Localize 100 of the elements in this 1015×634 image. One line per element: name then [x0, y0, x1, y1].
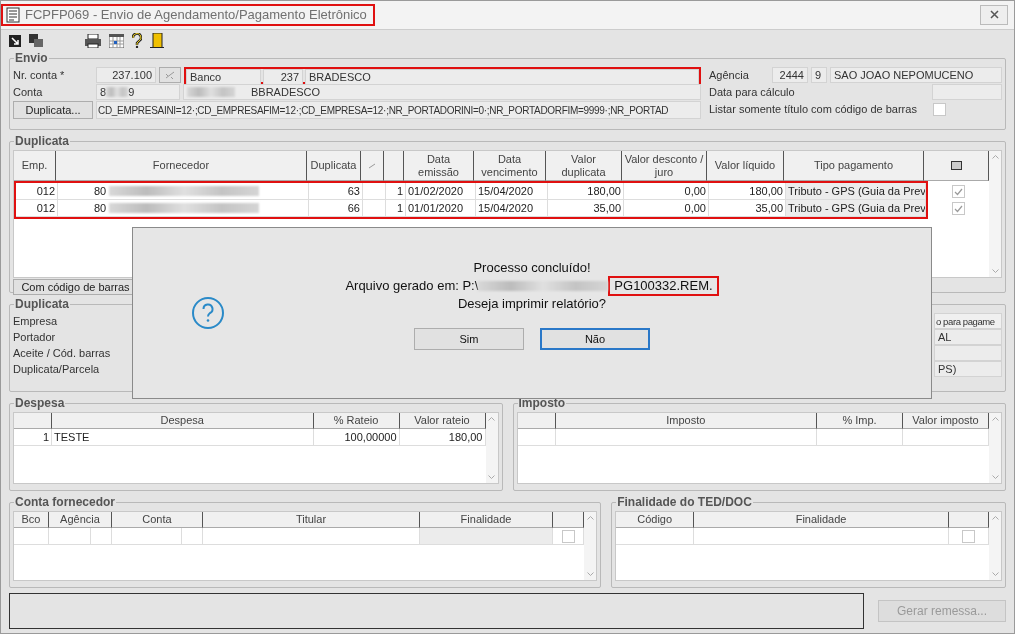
field-label: Aceite / Cód. barras: [13, 347, 111, 359]
row-checkbox[interactable]: [952, 202, 965, 215]
column-header: Código: [616, 512, 695, 528]
date-field[interactable]: [932, 84, 1002, 100]
row-checkbox[interactable]: [952, 185, 965, 198]
table-cell: 63: [309, 183, 363, 200]
bank-name-field: BRADESCO: [305, 68, 699, 85]
account-field: 237.100: [96, 67, 156, 83]
table-cell: 15/04/2020: [476, 200, 548, 217]
field-label: Duplicata/Parcela: [13, 363, 100, 375]
column-header: [517, 413, 556, 429]
table-cell: 180,00: [548, 183, 624, 200]
column-header: Data vencimento: [474, 151, 546, 181]
chevron-down-icon: [991, 269, 999, 274]
bank-label: Banco: [186, 68, 261, 85]
column-header: Conta: [112, 512, 203, 528]
table-cell: 01/02/2020: [406, 183, 476, 200]
agency-name-field: SAO JOAO NEPOMUCENO: [830, 67, 1002, 83]
column-header: % Imp.: [817, 413, 903, 429]
column-header: Duplicata: [307, 151, 361, 181]
payment-field: PS): [934, 361, 1002, 377]
window-title: FCPFP069 - Envio de Agendamento/Pagamento Eletrônico: [25, 7, 367, 23]
table-cell: 01/01/2020: [406, 200, 476, 217]
checkbox[interactable]: [561, 529, 575, 543]
field-label: Data para cálculo: [709, 86, 795, 98]
document-icon: [6, 6, 20, 23]
chevron-down-icon: [991, 572, 999, 577]
checkbox[interactable]: [962, 529, 975, 543]
printer-icon[interactable]: [85, 33, 101, 48]
column-header: Valor rateio: [399, 413, 486, 429]
column-header: Finalidade: [420, 512, 553, 528]
input-field: [934, 345, 1002, 361]
column-header: Valor líquido: [707, 151, 784, 181]
column-header: Valor imposto: [903, 413, 989, 429]
filter-field: CD_EMPRESAINI=12·;CD_EMPRESAFIM=12·;CD_EMPRESA=12·;NR_PORTADORINI=0·;NR_PORTADORFIM=9999·;NR_PORTAD: [96, 101, 701, 119]
close-button[interactable]: [980, 4, 1008, 25]
column-header: Valor duplicata: [546, 151, 622, 181]
field-label: Conta: [13, 86, 43, 98]
table-cell: [112, 528, 182, 545]
table-cell: 80: [58, 200, 309, 217]
chevron-up-icon: [991, 515, 999, 520]
field-label: Listar somente título com código de barras: [709, 103, 917, 115]
table-cell: 0,00: [624, 183, 709, 200]
field-label: Portador: [13, 331, 56, 343]
table-cell: 35,00: [709, 200, 786, 217]
table-cell: 100,00000: [313, 429, 400, 446]
table-cell: 66: [309, 200, 363, 217]
table-cell: 1: [386, 183, 406, 200]
agency-digit-field: 9: [811, 67, 827, 83]
checkbox[interactable]: [933, 102, 946, 116]
table-cell: 180,00: [709, 183, 786, 200]
table-cell: 012: [16, 183, 58, 200]
message-text: Arquivo gerado em: P:\: [345, 278, 479, 294]
column-header: Despesa: [52, 413, 314, 429]
column-header: Titular: [203, 512, 420, 528]
message-text: Deseja imprimir relatório?: [457, 296, 607, 312]
table-cell: TESTE: [52, 429, 314, 446]
table-cell: 0,00: [624, 200, 709, 217]
table-cell: Tributo - GPS (Guia da Prev: [786, 183, 926, 200]
question-icon: [191, 296, 225, 330]
column-header: Tipo pagamento: [784, 151, 924, 181]
column-header: Emp.: [14, 151, 56, 181]
table-cell: 35,00: [548, 200, 624, 217]
chevron-up-icon: [586, 515, 594, 520]
column-header: [14, 413, 52, 429]
column-header: Data emissão: [404, 151, 474, 181]
column-header: Agência: [49, 512, 112, 528]
section-title: Duplicata: [14, 297, 70, 311]
table-cell: Tributo - GPS (Guia da Prev: [786, 200, 926, 217]
arrow-icon[interactable]: [9, 34, 21, 47]
bank-code-field: 237: [263, 68, 303, 85]
dialog-button[interactable]: Sim: [414, 328, 524, 350]
column-header: o para pagame: [934, 313, 1002, 329]
dialog-button[interactable]: Não: [540, 328, 650, 350]
column-header: Valor desconto / juro: [622, 151, 707, 181]
section-title: Conta fornecedor: [14, 495, 116, 509]
table-cell: 15/04/2020: [476, 183, 548, 200]
section-title: Envio: [14, 51, 49, 65]
table-cell: [49, 528, 91, 545]
chevron-up-icon: [991, 154, 999, 159]
table-cell: 1: [14, 429, 52, 446]
column-header: % Rateio: [313, 413, 400, 429]
field-label: Nr. conta *: [13, 69, 65, 81]
chevron-down-icon: [991, 475, 999, 480]
windows-icon[interactable]: [29, 34, 43, 48]
table-cell: [363, 200, 386, 217]
table-cell: [91, 528, 112, 545]
redacted-text: [187, 87, 235, 97]
table-cell: 180,00: [399, 429, 486, 446]
table-cell: 80: [58, 183, 309, 200]
help-icon[interactable]: [132, 33, 142, 49]
chevron-down-icon: [586, 572, 594, 577]
conta-field: 8 9: [96, 84, 180, 100]
calendar-icon[interactable]: [109, 33, 124, 48]
column-header: Fornecedor: [56, 151, 307, 181]
column-header: Bco: [14, 512, 49, 528]
file-name: PG100332.REM.: [614, 278, 713, 293]
table-cell: 1: [386, 200, 406, 217]
exit-door-icon[interactable]: [150, 33, 164, 49]
duplicata-button[interactable]: Duplicata...: [13, 101, 93, 119]
